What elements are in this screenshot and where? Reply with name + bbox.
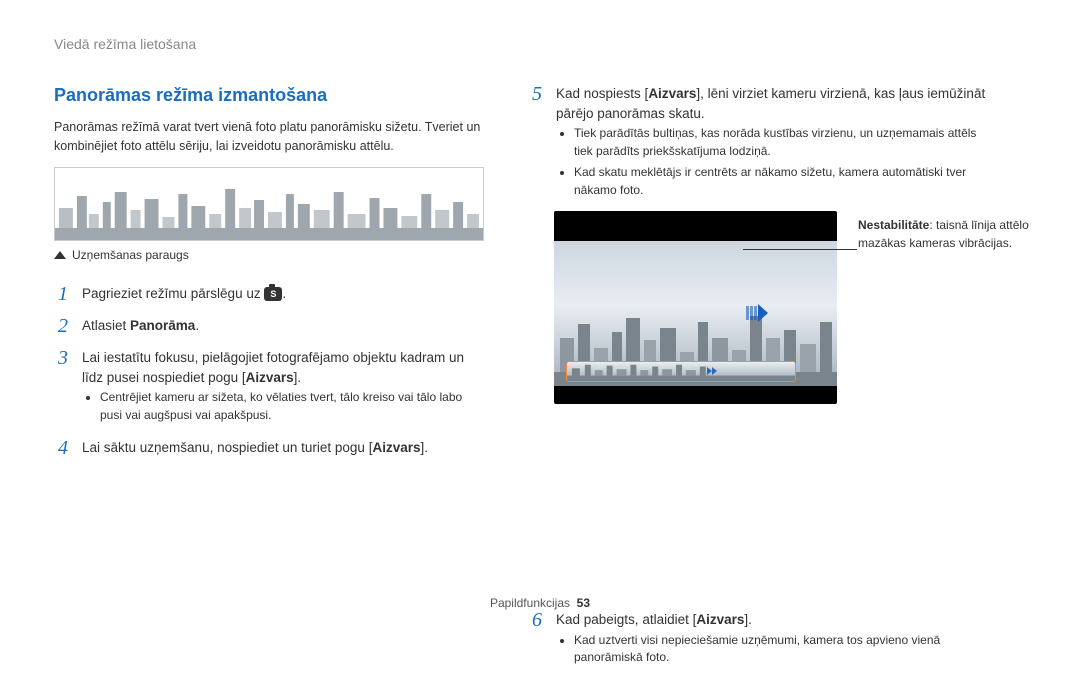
- annotation-bold: Nestabilitāte: [858, 218, 929, 232]
- step5-bullet-0: Tiek parādītās bultiņas, kas norāda kust…: [574, 125, 988, 160]
- panorama-strip-indicator: [566, 361, 796, 382]
- step6-bullet: Kad uztverti visi nepieciešamie uzņēmumi…: [574, 632, 988, 667]
- footer-label: Papildfunkcijas: [490, 596, 570, 610]
- step-body: Kad pabeigts, atlaidiet [Aizvars]. Kad u…: [556, 608, 988, 670]
- step-body: Atlasiet Panorāma.: [82, 314, 199, 336]
- step-number: 2: [54, 314, 72, 338]
- step3-post: ].: [294, 370, 302, 385]
- step-4: 4 Lai sāktu uzņemšanu, nospiediet un tur…: [54, 436, 484, 460]
- step4-pre: Lai sāktu uzņemšanu, nospiediet un turie…: [82, 440, 372, 455]
- triangle-up-icon: [54, 251, 66, 259]
- step-body: Kad nospiests [Aizvars], lēni virziet ka…: [556, 82, 988, 203]
- step-3: 3 Lai iestatītu fokusu, pielāgojiet foto…: [54, 346, 484, 428]
- footer-page-number: 53: [577, 596, 590, 610]
- step5-bullet-1: Kad skatu meklētājs ir centrēts ar nākam…: [574, 164, 988, 199]
- step-number: 3: [54, 346, 72, 370]
- step-5: 5 Kad nospiests [Aizvars], lēni virziet …: [528, 82, 988, 203]
- right-column: 5 Kad nospiests [Aizvars], lēni virziet …: [528, 82, 988, 678]
- section-title: Panorāmas režīma izmantošana: [54, 82, 484, 108]
- strip-direction-icon: [707, 367, 717, 375]
- step-6: 6 Kad pabeigts, atlaidiet [Aizvars]. Kad…: [528, 608, 988, 670]
- step6-bold: Aizvars: [696, 612, 744, 627]
- sample-caption: Uzņemšanas paraugs: [54, 247, 484, 264]
- step-2: 2 Atlasiet Panorāma.: [54, 314, 484, 338]
- step-number: 4: [54, 436, 72, 460]
- step-number: 1: [54, 282, 72, 306]
- step1-post: .: [282, 286, 286, 301]
- step2-bold: Panorāma: [130, 318, 195, 333]
- step-1: 1 Pagrieziet režīmu pārslēgu uz S.: [54, 282, 484, 306]
- direction-arrow-icon: [746, 304, 768, 322]
- left-column: Panorāmas režīma izmantošana Panorāmas r…: [54, 82, 484, 678]
- page-footer: Papildfunkcijas 53: [0, 595, 1080, 612]
- step3-bullet: Centrējiet kameru ar sižeta, ko vēlaties…: [100, 389, 484, 424]
- step3-bold: Aizvars: [246, 370, 294, 385]
- content-columns: Panorāmas režīma izmantošana Panorāmas r…: [54, 82, 1026, 678]
- step5-bold: Aizvars: [648, 86, 696, 101]
- panorama-sample-image: [54, 167, 484, 241]
- step-body: Pagrieziet režīmu pārslēgu uz S.: [82, 282, 286, 304]
- step-number: 5: [528, 82, 546, 106]
- caption-text: Uzņemšanas paraugs: [72, 247, 189, 264]
- annotation-leader-line: [743, 249, 857, 250]
- step-body: Lai sāktu uzņemšanu, nospiediet un turie…: [82, 436, 428, 458]
- page-header: Viedā režīma lietošana: [54, 34, 1026, 54]
- intro-text: Panorāmas režīmā varat tvert vienā foto …: [54, 118, 484, 154]
- step4-post: ].: [420, 440, 428, 455]
- step-body: Lai iestatītu fokusu, pielāgojiet fotogr…: [82, 346, 484, 428]
- annotation-text: Nestabilitāte: taisnā līnija attēlo mazā…: [858, 217, 1058, 252]
- step6-pre: Kad pabeigts, atlaidiet [: [556, 612, 696, 627]
- step4-bold: Aizvars: [372, 440, 420, 455]
- step5-pre: Kad nospiests [: [556, 86, 648, 101]
- step1-pre: Pagrieziet režīmu pārslēgu uz: [82, 286, 264, 301]
- mode-dial-s-icon: S: [264, 287, 282, 301]
- step2-post: .: [195, 318, 199, 333]
- step2-pre: Atlasiet: [82, 318, 130, 333]
- step6-post: ].: [744, 612, 752, 627]
- camera-preview: [554, 211, 837, 404]
